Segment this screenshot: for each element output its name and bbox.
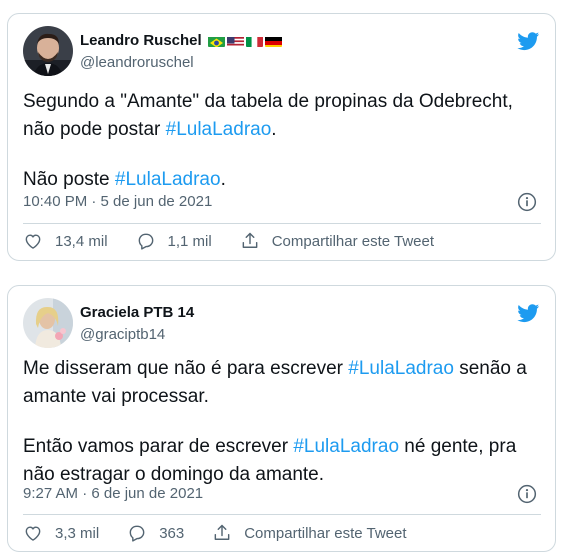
share-icon (214, 524, 230, 540)
tweet-card[interactable]: Leandro Ruschel @leandroruschel Segundo (7, 13, 556, 261)
reply-button[interactable]: 363 (127, 523, 184, 543)
timestamp[interactable]: 9:27 AM · 6 de jun de 2021 (23, 484, 203, 504)
tweet-paragraph: Não poste #LulaLadrao. (23, 166, 541, 194)
author-handle[interactable]: @graciptb14 (80, 325, 194, 345)
text-segment: Não poste (23, 169, 115, 190)
hashtag-link[interactable]: #LulaLadrao (348, 358, 454, 379)
reply-count: 363 (159, 524, 185, 542)
reply-bubble-icon (138, 233, 153, 250)
author-name-row[interactable]: Leandro Ruschel (80, 31, 282, 51)
text-segment: Me disseram que não é para escrever (23, 358, 349, 379)
tweet-card[interactable]: Graciela PTB 14 @graciptb14 Me disseram … (7, 285, 556, 552)
author-name[interactable]: Graciela PTB 14 (80, 303, 194, 323)
usa-flag-icon (226, 35, 244, 47)
action-bar: 3,3 mil 363 Compartilhar este Tweet (23, 523, 435, 543)
germany-flag-icon (264, 35, 282, 47)
text-segment: . (271, 119, 277, 140)
brazil-flag-icon (207, 35, 225, 47)
share-label: Compartilhar este Tweet (271, 232, 435, 250)
heart-icon (25, 526, 41, 541)
tweet-text: Segundo a "Amante" da tabela de propinas… (23, 88, 541, 194)
timestamp[interactable]: 10:40 PM · 5 de jun de 2021 (23, 192, 212, 212)
reply-bubble-icon (129, 525, 145, 542)
avatar[interactable] (23, 298, 73, 348)
twitter-bird-icon[interactable] (516, 30, 541, 52)
text-segment: . (220, 169, 226, 190)
reply-count: 1,1 mil (167, 232, 212, 250)
heart-icon (25, 234, 41, 249)
like-button[interactable]: 3,3 mil (23, 523, 99, 543)
divider (23, 514, 541, 515)
hashtag-link[interactable]: #LulaLadrao (293, 436, 399, 457)
tweet-text: Me disseram que não é para escrever #Lul… (23, 355, 541, 489)
divider (23, 223, 541, 224)
tweet-paragraph: Segundo a "Amante" da tabela de propinas… (23, 88, 541, 144)
tweet-paragraph: Então vamos parar de escrever #LulaLadra… (23, 433, 541, 489)
hashtag-link[interactable]: #LulaLadrao (166, 119, 272, 140)
info-icon[interactable] (517, 192, 537, 212)
flag-emojis (207, 35, 282, 47)
action-bar: 13,4 mil 1,1 mil Compartilhar este Tweet (23, 231, 462, 251)
reply-button[interactable]: 1,1 mil (136, 231, 212, 251)
italy-flag-icon (245, 35, 263, 47)
like-count: 3,3 mil (55, 524, 100, 542)
author-handle[interactable]: @leandroruschel (80, 53, 282, 73)
twitter-bird-icon[interactable] (516, 302, 541, 324)
avatar[interactable] (23, 26, 73, 76)
author-name-row[interactable]: Graciela PTB 14 (80, 303, 194, 323)
text-segment: Então vamos parar de escrever (23, 436, 294, 457)
share-label: Compartilhar este Tweet (244, 524, 407, 542)
author-block[interactable]: Graciela PTB 14 @graciptb14 (80, 303, 194, 345)
share-icon (242, 232, 258, 248)
like-button[interactable]: 13,4 mil (23, 231, 108, 251)
hashtag-link[interactable]: #LulaLadrao (115, 169, 221, 190)
tweet-paragraph: Me disseram que não é para escrever #Lul… (23, 355, 541, 411)
author-name[interactable]: Leandro Ruschel (80, 31, 202, 51)
info-icon[interactable] (517, 484, 537, 504)
like-count: 13,4 mil (55, 232, 108, 250)
share-button[interactable]: Compartilhar este Tweet (240, 231, 434, 251)
share-button[interactable]: Compartilhar este Tweet (212, 523, 407, 543)
author-block[interactable]: Leandro Ruschel @leandroruschel (80, 31, 282, 73)
